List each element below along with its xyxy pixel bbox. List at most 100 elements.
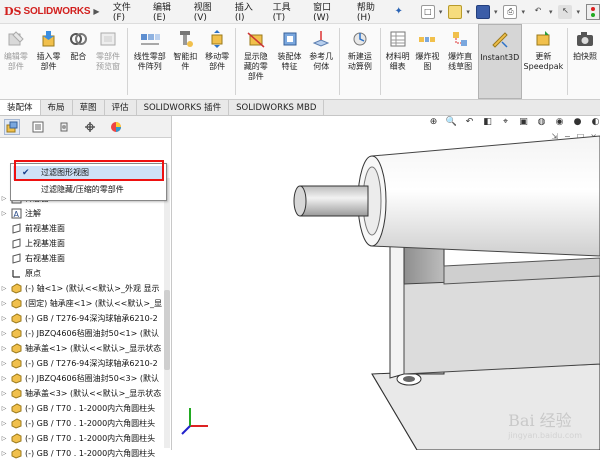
menu-window[interactable]: 窗口(W) [307,0,351,23]
tree-node[interactable]: ▷ (-) GB / T276-94深沟球轴承6210-2 [0,356,171,371]
menu-view[interactable]: 视图(V) [188,0,229,23]
tab-layout[interactable]: 布局 [41,100,73,115]
explode-line-sketch-button[interactable]: 爆炸直 线草图 [442,24,478,99]
edit-component-button[interactable]: 编辑零 部件 [0,24,32,99]
tree-node-label: 右视基准面 [25,254,65,263]
open-dropdown-icon[interactable]: ▾ [466,8,470,16]
expand-arrow-icon[interactable]: ▷ [0,420,8,427]
tab-evaluate[interactable]: 评估 [105,100,137,115]
menu-tools[interactable]: 工具(T) [267,0,308,23]
undo-dropdown-icon[interactable]: ▾ [549,8,553,16]
tree-node-label: 注解 [25,209,41,218]
cmd-label: 爆炸直 线草图 [448,52,473,71]
part-icon [10,373,22,385]
tree-node[interactable]: ▷ (-) JBZQ4606毡圈油封50<3> (默认 [0,371,171,386]
linear-pattern-button[interactable]: 线性零部 件阵列 [130,24,170,99]
tree-node[interactable]: ▷ 轴承盖<3> (默认<<默认>_显示状态 [0,386,171,401]
tree-node[interactable]: ▷ (-) JBZQ4606毡圈油封50<1> (默认 [0,326,171,341]
dimxpert-tab-icon[interactable] [82,119,98,135]
expand-arrow-icon[interactable]: ▷ [0,345,8,352]
tree-node[interactable]: 原点 [0,266,171,281]
menu-file[interactable]: 文件(F) [107,0,147,23]
bill-of-materials-button[interactable]: 材料明 细表 [383,24,413,99]
exploded-view-button[interactable]: 爆炸视 图 [413,24,443,99]
tree-node[interactable]: 前视基准面 [0,221,171,236]
open-folder-icon[interactable] [448,4,463,19]
update-speedpak-button[interactable]: 更新 Speedpak [522,24,566,99]
expand-arrow-icon[interactable]: ▷ [0,210,8,217]
new-document-icon[interactable]: □ [420,4,435,19]
new-motion-study-button[interactable]: 新建运 动算例 [342,24,378,99]
display-manager-tab-icon[interactable] [108,119,124,135]
show-hidden-components-button[interactable]: 显示隐 藏的零 部件 [238,24,274,99]
feature-manager-tab-icon[interactable] [4,118,20,135]
expand-arrow-icon[interactable]: ▷ [0,375,8,382]
filter-graphics-view-option[interactable]: ✔ 过滤图形视图 [13,166,164,180]
tree-node[interactable]: ▷ (固定) 轴承座<1> (默认<<默认>_显 [0,296,171,311]
linear-pattern-icon [139,28,161,50]
smart-fastener-button[interactable]: 智能扣 件 [170,24,202,99]
graphics-view[interactable]: ⊕ 🔍 ↶ ◧ ⌖ ▣ ◍ ◉ ● ◐ ▤ ⇲ − □ × [172,116,600,450]
save-dropdown-icon[interactable]: ▾ [494,8,498,16]
print-dropdown-icon[interactable]: ▾ [521,8,525,16]
tree-node[interactable]: ▷ 轴承盖<1> (默认<<默认>_显示状态 [0,341,171,356]
filter-hidden-components-option[interactable]: 过滤隐藏/压缩的零部件 [11,182,166,198]
plane-icon [10,238,22,250]
tree-node[interactable]: ▷ (-) GB / T70 . 1-2000内六角圆柱头 [0,446,171,461]
tree-node[interactable]: ▷ A 注解 [0,206,171,221]
logo-expand-icon[interactable]: ▶ [93,7,99,16]
component-preview-button[interactable]: 零部件 预览窗 [91,24,125,99]
tree-node-label: 原点 [25,269,41,278]
move-component-button[interactable]: 移动零 部件 [201,24,233,99]
pin-icon[interactable]: ✦ [395,6,403,17]
tree-node[interactable]: ▷ (-) GB / T70 . 1-2000内六角圆柱头 [0,401,171,416]
tree-node[interactable]: 右视基准面 [0,251,171,266]
expand-arrow-icon[interactable]: ▷ [0,450,8,457]
tree-node[interactable]: 上视基准面 [0,236,171,251]
select-cursor-icon[interactable]: ↖ [558,4,573,19]
tree-node[interactable]: ▷ (-) 轴<1> (默认<<默认>_外观 显示 [0,281,171,296]
tree-scrollbar[interactable] [164,178,170,448]
expand-arrow-icon[interactable]: ▷ [0,390,8,397]
tab-solidworks-addins[interactable]: SOLIDWORKS 插件 [137,100,230,115]
assembly-feature-button[interactable]: 装配体 特征 [274,24,306,99]
menu-insert[interactable]: 插入(I) [229,0,267,23]
part-icon [10,328,22,340]
new-dropdown-icon[interactable]: ▾ [439,8,443,16]
expand-arrow-icon[interactable]: ▷ [0,360,8,367]
undo-icon[interactable]: ↶ [531,5,545,19]
tab-solidworks-mbd[interactable]: SOLIDWORKS MBD [229,100,325,115]
tab-assembly[interactable]: 装配体 [0,100,41,115]
instant3d-button[interactable]: Instant3D [477,24,522,99]
tree-node[interactable]: ▷ (-) GB / T70 . 1-2000内六角圆柱头 [0,416,171,431]
expand-arrow-icon[interactable]: ▷ [0,285,8,292]
mate-button[interactable]: 配合 [65,24,91,99]
save-icon[interactable] [475,4,490,19]
insert-component-button[interactable]: 插入零 部件 [32,24,66,99]
property-manager-tab-icon[interactable] [30,119,46,135]
tab-sketch[interactable]: 草图 [73,100,105,115]
configuration-manager-tab-icon[interactable] [56,119,72,135]
mate-icon [67,28,89,50]
tree-node[interactable]: ▷ (-) GB / T70 . 1-2000内六角圆柱头 [0,431,171,446]
reference-geometry-button[interactable]: 参考几 何体 [305,24,337,99]
app-logo[interactable]: DS SOLIDWORKS ▶ [0,5,107,18]
select-dropdown-icon[interactable]: ▾ [576,8,580,16]
scrollbar-thumb[interactable] [164,290,170,370]
expand-arrow-icon[interactable]: ▷ [0,330,8,337]
tree-node[interactable]: ▷ (-) GB / T276-94深沟球轴承6210-2 [0,311,171,326]
bom-icon [387,28,409,50]
expand-arrow-icon[interactable]: ▷ [0,300,8,307]
3d-model-view[interactable] [172,116,600,450]
expand-arrow-icon[interactable]: ▷ [0,195,8,202]
rebuild-icon[interactable] [586,3,600,20]
part-icon [10,298,22,310]
expand-arrow-icon[interactable]: ▷ [0,315,8,322]
part-icon [10,418,22,430]
menu-edit[interactable]: 编辑(E) [147,0,188,23]
take-snapshot-button[interactable]: 拍快照 [570,24,600,99]
menu-help[interactable]: 帮助(H) [351,0,393,23]
expand-arrow-icon[interactable]: ▷ [0,405,8,412]
print-icon[interactable]: ⎙ [503,4,518,19]
expand-arrow-icon[interactable]: ▷ [0,435,8,442]
